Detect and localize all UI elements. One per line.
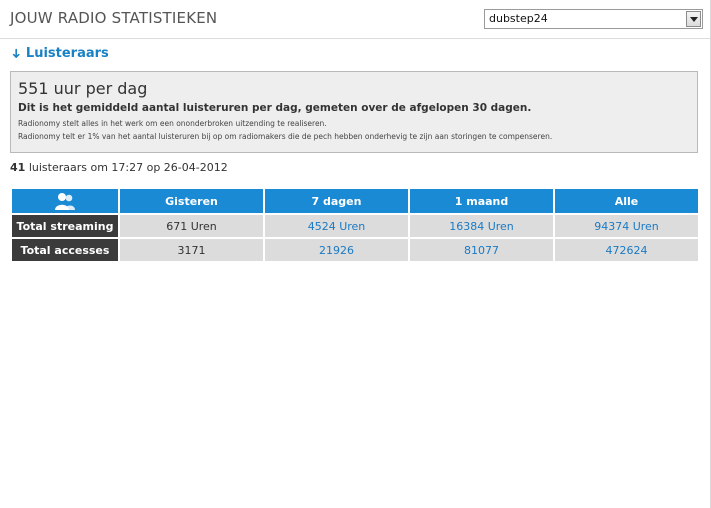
users-header-cell [12, 189, 118, 213]
row-label: Total streaming [12, 215, 118, 237]
station-select[interactable]: dubstep24 [484, 9, 703, 29]
section-title: Luisteraars [25, 46, 109, 61]
column-header: 7 dagen [265, 189, 408, 213]
summary-note-1: Radionomy stelt alles in het werk om een… [18, 119, 327, 128]
column-header: Gisteren [120, 189, 263, 213]
section-toggle-luisteraars[interactable]: ➜ Luisteraars [7, 46, 109, 61]
row-label: Total accesses [12, 239, 118, 261]
table-cell-link[interactable]: 4524 Uren [265, 215, 408, 237]
table-cell-link[interactable]: 81077 [410, 239, 553, 261]
table-cell-link[interactable]: 16384 Uren [410, 215, 553, 237]
page-title: JOUW RADIO STATISTIEKEN [10, 9, 218, 27]
listener-text: luisteraars om 17:27 op 26-04-2012 [28, 161, 228, 174]
table-header-row: Gisteren 7 dagen 1 maand Alle [12, 189, 698, 213]
listener-count: 41 [10, 161, 26, 174]
stats-table: Gisteren 7 dagen 1 maand Alle Total stre… [10, 187, 700, 263]
station-select-value: dubstep24 [489, 12, 548, 25]
dropdown-arrow-icon[interactable] [686, 11, 701, 27]
column-header: 1 maand [410, 189, 553, 213]
listener-count-line: 41 luisteraars om 17:27 op 26-04-2012 [10, 161, 228, 174]
arrow-down-icon: ➜ [7, 48, 23, 59]
page-header: JOUW RADIO STATISTIEKEN dubstep24 [0, 0, 710, 39]
column-header: Alle [555, 189, 698, 213]
table-cell: 3171 [120, 239, 263, 261]
table-cell-link[interactable]: 94374 Uren [555, 215, 698, 237]
table-row: Total accesses 3171 21926 81077 472624 [12, 239, 698, 261]
users-icon [55, 193, 75, 210]
table-cell-link[interactable]: 21926 [265, 239, 408, 261]
table-row: Total streaming 671 Uren 4524 Uren 16384… [12, 215, 698, 237]
summary-subtitle: Dit is het gemiddeld aantal luisteruren … [18, 102, 532, 114]
summary-headline: 551 uur per dag [18, 79, 148, 98]
table-cell: 671 Uren [120, 215, 263, 237]
summary-box: 551 uur per dag Dit is het gemiddeld aan… [10, 71, 698, 153]
summary-note-2: Radionomy telt er 1% van het aantal luis… [18, 132, 553, 141]
table-cell-link[interactable]: 472624 [555, 239, 698, 261]
